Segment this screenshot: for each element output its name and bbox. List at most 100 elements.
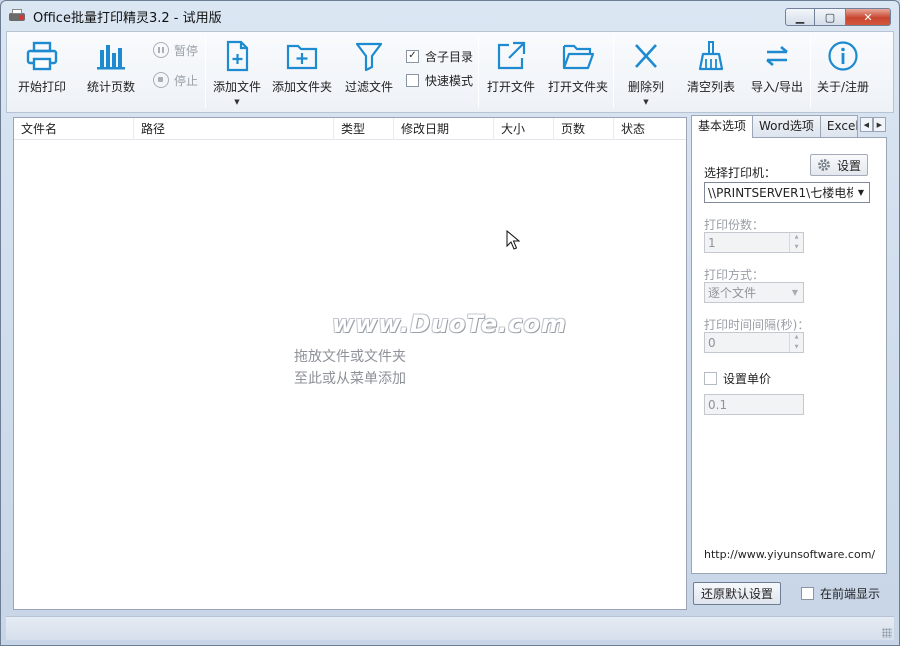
- interval-spin-buttons[interactable]: ▲ ▼: [789, 333, 803, 352]
- start-print-button[interactable]: 开始打印: [7, 32, 77, 112]
- copies-stepper[interactable]: 1 ▲ ▼: [704, 232, 804, 253]
- tab-scroll-arrows: ◀ ▶: [859, 117, 886, 137]
- folder-open-icon: [562, 44, 595, 70]
- watermark-text: www.DuoTe.com: [332, 310, 567, 338]
- empty-hint-line1: 拖放文件或文件夹: [294, 349, 406, 365]
- tab-excel-options[interactable]: Excel选: [819, 115, 858, 137]
- add-file-icon: [226, 40, 249, 72]
- window-title: Office批量打印精灵3.2 - 试用版: [33, 10, 222, 26]
- tab-basic-options[interactable]: 基本选项: [691, 115, 754, 138]
- info-icon: [828, 41, 858, 71]
- column-header-pages[interactable]: 页数: [554, 118, 614, 140]
- tab-scroll-right-icon[interactable]: ▶: [872, 117, 886, 132]
- empty-hint-line2: 至此或从菜单添加: [294, 371, 406, 387]
- unit-price-checkbox[interactable]: 设置单价: [704, 370, 771, 387]
- copies-label: 打印份数：: [704, 218, 765, 232]
- unit-price-value: 0.1: [708, 397, 728, 412]
- printer-icon: [26, 41, 58, 71]
- column-header-size[interactable]: 大小: [494, 118, 554, 140]
- unit-price-label: 设置单价: [723, 372, 772, 386]
- interval-stepper[interactable]: 0 ▲ ▼: [704, 332, 804, 353]
- reset-defaults-button[interactable]: 还原默认设置: [693, 582, 781, 605]
- add-file-label: 添加文件: [212, 80, 261, 94]
- open-folder-button[interactable]: 打开文件夹: [543, 32, 613, 112]
- file-list-header: 文件名 路径 类型 修改日期 大小 页数 状态: [14, 118, 686, 140]
- printer-select-value: \\PRINTSERVER1\七楼电梯出: [708, 186, 853, 200]
- close-button[interactable]: ✕: [845, 8, 891, 26]
- printer-select[interactable]: \\PRINTSERVER1\七楼电梯出 ▼: [704, 182, 870, 203]
- resize-grip-icon[interactable]: [882, 628, 892, 638]
- add-file-button[interactable]: 添加文件 ▼: [206, 32, 268, 112]
- count-pages-label: 统计页数: [86, 80, 135, 94]
- copies-value: 1: [708, 235, 716, 250]
- basic-options-panel: 选择打印机： 设置 \\PRINTSERVER1\七楼电梯出 ▼ 打印份数： 1…: [691, 137, 887, 574]
- pause-icon: [153, 42, 169, 58]
- pause-stop-group: 暂停 停止: [145, 32, 205, 92]
- website-link[interactable]: http://www.yiyunsoftware.com/: [704, 548, 875, 561]
- add-folder-label: 添加文件夹: [271, 80, 332, 94]
- stop-label: 停止: [174, 73, 199, 88]
- close-x-icon: [635, 44, 657, 68]
- column-header-type[interactable]: 类型: [334, 118, 394, 140]
- always-on-top-label: 在前端显示: [820, 587, 881, 601]
- include-subdirs-checkbox[interactable]: ✓ 含子目录: [406, 44, 478, 68]
- app-window: Office批量打印精灵3.2 - 试用版 ▁ ▢ ✕ 开始打印 统计页数 暂停…: [0, 0, 900, 646]
- printer-label: 选择打印机：: [704, 166, 777, 180]
- stop-button[interactable]: 停止: [153, 68, 205, 92]
- fast-mode-checkbox[interactable]: 快速模式: [406, 68, 478, 92]
- add-folder-button[interactable]: 添加文件夹: [268, 32, 336, 112]
- printer-app-icon: [9, 9, 27, 23]
- maximize-button[interactable]: ▢: [815, 8, 845, 26]
- swap-arrows-icon: [766, 46, 788, 66]
- delete-column-label: 删除列: [627, 80, 664, 94]
- printer-settings-button[interactable]: 设置: [810, 154, 868, 176]
- pause-button[interactable]: 暂停: [153, 38, 205, 62]
- options-tab-strip: 基本选项 Word选项 Excel选 ◀ ▶: [691, 115, 889, 138]
- delete-column-button[interactable]: 删除列 ▼: [614, 32, 678, 112]
- open-file-button[interactable]: 打开文件: [479, 32, 543, 112]
- unit-price-input[interactable]: 0.1: [704, 394, 804, 415]
- chevron-down-icon: ▼: [857, 188, 865, 197]
- about-register-button[interactable]: 关于/注册: [811, 32, 875, 112]
- print-mode-value: 逐个文件: [708, 286, 757, 300]
- open-folder-label: 打开文件夹: [547, 80, 608, 94]
- filter-icon: [355, 42, 383, 72]
- window-controls: ▁ ▢ ✕: [785, 8, 891, 26]
- column-header-path[interactable]: 路径: [134, 118, 334, 140]
- broom-icon: [698, 41, 724, 71]
- print-mode-select[interactable]: 逐个文件 ▼: [704, 282, 804, 303]
- gear-icon: [818, 159, 830, 171]
- unit-price-check-box: [704, 372, 717, 385]
- tab-word-options[interactable]: Word选项: [752, 115, 821, 137]
- filter-files-label: 过滤文件: [344, 80, 393, 94]
- fast-mode-check-box: [406, 73, 419, 87]
- delete-column-dropdown-icon[interactable]: ▼: [643, 98, 648, 106]
- always-on-top-check-box: [801, 587, 814, 600]
- add-folder-icon: [286, 44, 318, 70]
- column-header-filename[interactable]: 文件名: [14, 118, 134, 140]
- main-toolbar: 开始打印 统计页数 暂停 停止 添加文件 ▼ 添加文件夹 过滤文件 ✓ 含子目录…: [6, 31, 894, 113]
- status-bar: [6, 616, 894, 640]
- stop-icon: [153, 72, 169, 88]
- start-print-label: 开始打印: [17, 80, 66, 94]
- always-on-top-checkbox[interactable]: 在前端显示: [801, 585, 880, 602]
- interval-value: 0: [708, 335, 716, 350]
- copies-spin-buttons[interactable]: ▲ ▼: [789, 233, 803, 252]
- clear-list-label: 清空列表: [686, 80, 735, 94]
- import-export-button[interactable]: 导入/导出: [744, 32, 810, 112]
- add-file-dropdown-icon[interactable]: ▼: [234, 98, 239, 106]
- count-pages-button[interactable]: 统计页数: [77, 32, 145, 112]
- title-bar[interactable]: Office批量打印精灵3.2 - 试用版 ▁ ▢ ✕: [1, 1, 899, 31]
- include-subdirs-label: 含子目录: [425, 49, 474, 64]
- minimize-button[interactable]: ▁: [785, 8, 815, 26]
- include-subdirs-check-mark: ✓: [406, 49, 419, 63]
- tab-scroll-left-icon[interactable]: ◀: [859, 117, 873, 132]
- column-header-modified[interactable]: 修改日期: [394, 118, 494, 140]
- import-export-label: 导入/导出: [750, 80, 804, 94]
- print-mode-label: 打印方式：: [704, 268, 765, 282]
- file-list[interactable]: 文件名 路径 类型 修改日期 大小 页数 状态 www.DuoTe.com 拖放…: [13, 117, 687, 610]
- filter-files-button[interactable]: 过滤文件: [336, 32, 402, 112]
- column-header-status[interactable]: 状态: [614, 118, 686, 140]
- open-file-label: 打开文件: [486, 80, 535, 94]
- clear-list-button[interactable]: 清空列表: [678, 32, 744, 112]
